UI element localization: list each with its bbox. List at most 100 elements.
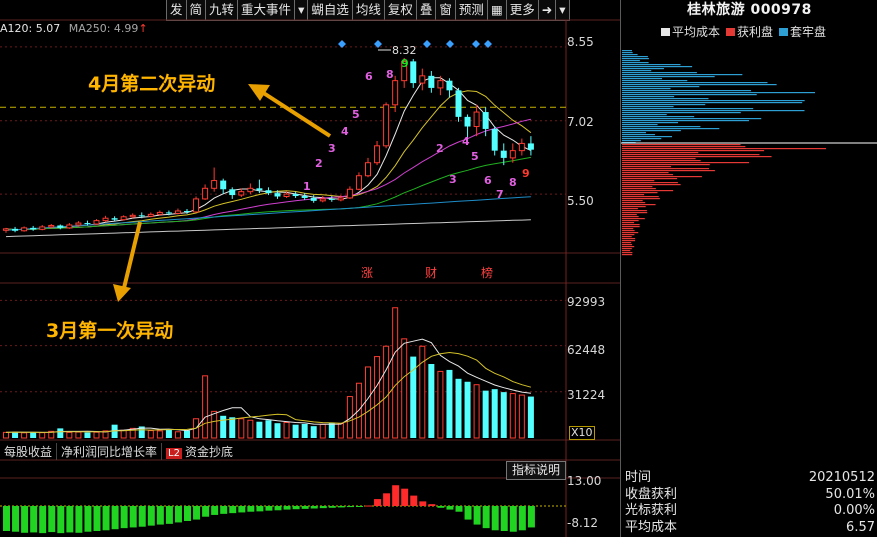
chip-bar — [622, 108, 754, 110]
tab-net-profit-growth[interactable]: 净利润同比增长率 — [56, 443, 161, 460]
chip-bar — [622, 186, 653, 188]
volume-bar — [220, 415, 227, 438]
chip-bar — [622, 220, 639, 222]
candle-body — [473, 111, 480, 128]
candle-body — [274, 193, 281, 197]
macd-bar — [75, 506, 83, 533]
macd-bar — [12, 506, 20, 532]
chip-bar — [622, 64, 681, 66]
volume-bar — [428, 364, 435, 438]
chip-bar — [622, 78, 663, 80]
info-row: 收盘获利 50.01% — [625, 487, 875, 504]
price-axis-label: 7.02 — [567, 115, 594, 129]
chip-bar — [622, 190, 674, 192]
volume-bar — [93, 431, 100, 439]
candle-body — [437, 80, 444, 89]
indicator-help-button[interactable]: 指标说明 — [506, 461, 567, 480]
macd-bar — [428, 504, 436, 506]
candle-body — [211, 180, 218, 189]
chip-bar — [622, 192, 658, 194]
macd-bar — [147, 506, 155, 526]
volume-bar — [292, 424, 299, 438]
volume-axis-label: 92993 — [567, 295, 606, 309]
ma120-line — [5, 196, 531, 231]
volume-bar — [147, 430, 154, 439]
candle-body — [383, 104, 390, 147]
chip-bar — [622, 92, 815, 94]
chip-bar — [622, 156, 772, 158]
candle-body — [120, 216, 127, 221]
candle-body — [256, 188, 263, 191]
candle-body — [355, 175, 362, 190]
countdown-label: 3 — [449, 173, 457, 186]
chip-bar — [622, 254, 633, 256]
chip-bar — [622, 94, 757, 96]
chip-bar — [622, 112, 741, 114]
chip-bar — [622, 120, 749, 122]
signal-diamond — [423, 40, 431, 48]
chip-bar — [622, 194, 645, 196]
signal-diamond — [472, 40, 480, 48]
chip-bar — [622, 128, 720, 130]
volume-bar — [509, 393, 516, 439]
candle-body — [174, 210, 181, 214]
chip-bar — [622, 162, 750, 164]
chip-bar — [622, 118, 762, 120]
candle-body — [446, 80, 453, 91]
candle-body — [30, 227, 37, 230]
countdown-label: 9 — [401, 57, 409, 70]
volume-bar — [500, 392, 507, 438]
volume-bar — [174, 431, 181, 439]
volume-bar — [383, 345, 390, 439]
signal-diamond — [338, 40, 346, 48]
chip-bar — [622, 116, 695, 118]
chip-bar — [622, 198, 660, 200]
countdown-label: 4 — [341, 125, 349, 138]
chip-bar — [622, 202, 646, 204]
chip-bar — [622, 58, 649, 60]
volume-bar — [165, 429, 172, 438]
chip-bar — [622, 226, 640, 228]
tab-bottom-fishing[interactable]: L2 资金抄底 — [161, 443, 237, 460]
event-marker: 榜 — [481, 265, 493, 280]
chip-bar — [622, 144, 741, 146]
macd-bar — [410, 495, 418, 506]
chip-bar — [622, 110, 805, 112]
chip-bar — [622, 72, 697, 74]
chip-bar — [622, 176, 702, 178]
chip-bar — [622, 208, 638, 210]
candle-body — [365, 162, 371, 177]
countdown-label: 9 — [522, 167, 530, 180]
candle-body — [156, 211, 163, 215]
info-label: 时间 — [625, 470, 652, 485]
volume-bar — [229, 417, 236, 438]
chip-bar — [622, 230, 635, 232]
chip-bar — [622, 56, 648, 58]
chip-bar — [622, 136, 672, 138]
stock-chart-window: { "toolbar": { "items": ["发","简","九转","重… — [0, 0, 877, 537]
volume-bar — [401, 338, 408, 439]
candle-body — [184, 210, 190, 212]
countdown-label: 5 — [471, 150, 479, 163]
chip-bar — [622, 164, 710, 166]
chip-bar — [622, 200, 643, 202]
candle-body — [165, 212, 172, 214]
volume-bar — [337, 422, 344, 439]
macd-bar — [437, 506, 445, 508]
volume-bar — [437, 370, 444, 439]
volume-bar — [319, 423, 326, 439]
candle-body — [93, 220, 100, 225]
macd-bar — [238, 506, 246, 513]
indicator-tabs: 每股收益 净利润同比增长率 L2 资金抄底 — [0, 443, 237, 460]
chip-bar — [622, 146, 746, 148]
chip-bar — [622, 188, 656, 190]
tab-eps[interactable]: 每股收益 — [0, 443, 56, 460]
candle-body — [337, 197, 344, 201]
chip-bar — [622, 140, 641, 142]
volume-bar — [419, 345, 426, 439]
chip-bar — [622, 224, 640, 226]
candle-body — [374, 145, 381, 164]
candle-body — [202, 187, 209, 200]
candle-body — [410, 61, 417, 84]
info-label: 平均成本 — [625, 519, 678, 535]
